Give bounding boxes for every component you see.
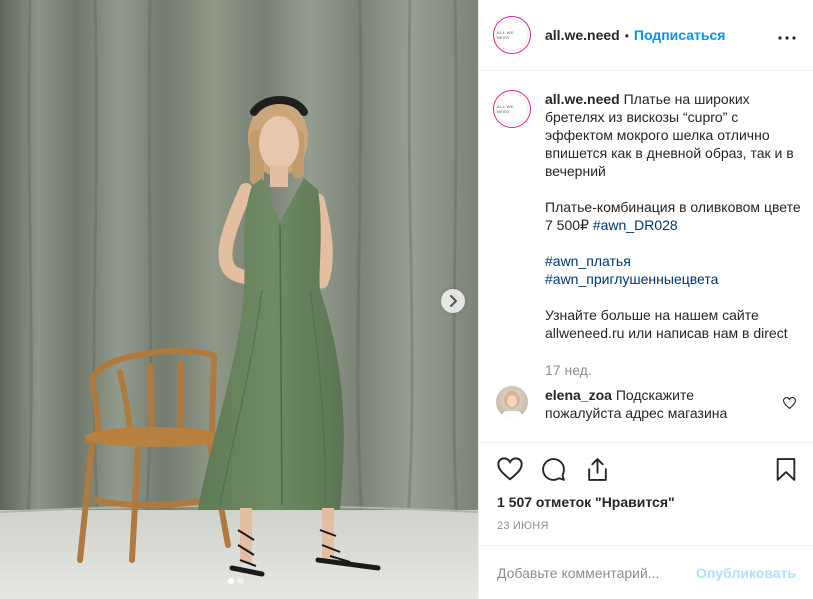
caption-text: all.we.need Платье на широких бретелях и…: [545, 90, 803, 360]
caption-username[interactable]: all.we.need: [545, 91, 620, 107]
comment-like-button[interactable]: [782, 396, 797, 414]
hashtag-dr028[interactable]: #awn_DR028: [593, 217, 678, 233]
post-date: 23 ИЮНЯ: [497, 520, 549, 532]
comment-icon: [542, 458, 565, 481]
carousel-next-button[interactable]: [441, 289, 465, 313]
commenter-avatar-image: [502, 391, 522, 418]
save-button[interactable]: [775, 457, 797, 487]
chevron-right-icon: [450, 295, 457, 307]
carousel-indicator: [228, 578, 244, 584]
comment-button[interactable]: [541, 457, 566, 487]
post-side-panel: ALL WE NEED all.we.need • Подписаться ALL …: [478, 0, 813, 599]
share-button[interactable]: [585, 457, 610, 487]
commenter-username[interactable]: elena_zoa: [545, 387, 612, 403]
caption-avatar-logo: ALL WE NEED: [496, 93, 528, 125]
author-avatar-logo: ALL WE NEED: [496, 19, 528, 51]
likes-count[interactable]: 1 507 отметок "Нравится": [497, 494, 675, 510]
header-user-line: all.we.need • Подписаться: [545, 27, 725, 43]
post-caption: ALL WE NEED all.we.need Платье на широки…: [493, 90, 803, 360]
follow-button[interactable]: Подписаться: [634, 27, 726, 43]
more-icon: [778, 36, 796, 40]
author-username[interactable]: all.we.need: [545, 27, 620, 43]
photo-image: [0, 0, 478, 599]
post-actions-bar: [479, 442, 813, 497]
post-photo[interactable]: [0, 0, 478, 599]
like-button[interactable]: [497, 457, 523, 486]
comment-item: elena_zoa Подскажите пожалуйста адрес ма…: [496, 386, 806, 422]
share-icon: [588, 458, 607, 481]
carousel-dot: [238, 578, 244, 584]
caption-timestamp[interactable]: 17 нед.: [545, 362, 592, 378]
publish-comment-button[interactable]: Опубликовать: [696, 565, 796, 581]
hashtag-muted-colors[interactable]: #awn_приглушенныецвета: [545, 271, 718, 287]
separator-bullet: •: [624, 29, 629, 43]
heart-icon: [497, 457, 523, 481]
add-comment-bar: Опубликовать: [479, 545, 813, 599]
author-avatar[interactable]: ALL WE NEED: [493, 16, 531, 54]
commenter-avatar[interactable]: [496, 386, 528, 418]
carousel-dot-active: [228, 578, 234, 584]
caption-author-avatar[interactable]: ALL WE NEED: [493, 90, 531, 128]
bookmark-icon: [776, 458, 796, 481]
more-options-button[interactable]: [778, 25, 796, 43]
caption-line-4: Узнайте больше на нашем сайте allweneed.…: [545, 307, 788, 341]
add-comment-input[interactable]: [497, 562, 687, 584]
small-heart-icon: [782, 397, 797, 410]
post-header: ALL WE NEED all.we.need • Подписаться: [479, 0, 813, 71]
hashtag-dresses[interactable]: #awn_платья: [545, 253, 631, 269]
comment-text: elena_zoa Подскажите пожалуйста адрес ма…: [545, 386, 760, 422]
